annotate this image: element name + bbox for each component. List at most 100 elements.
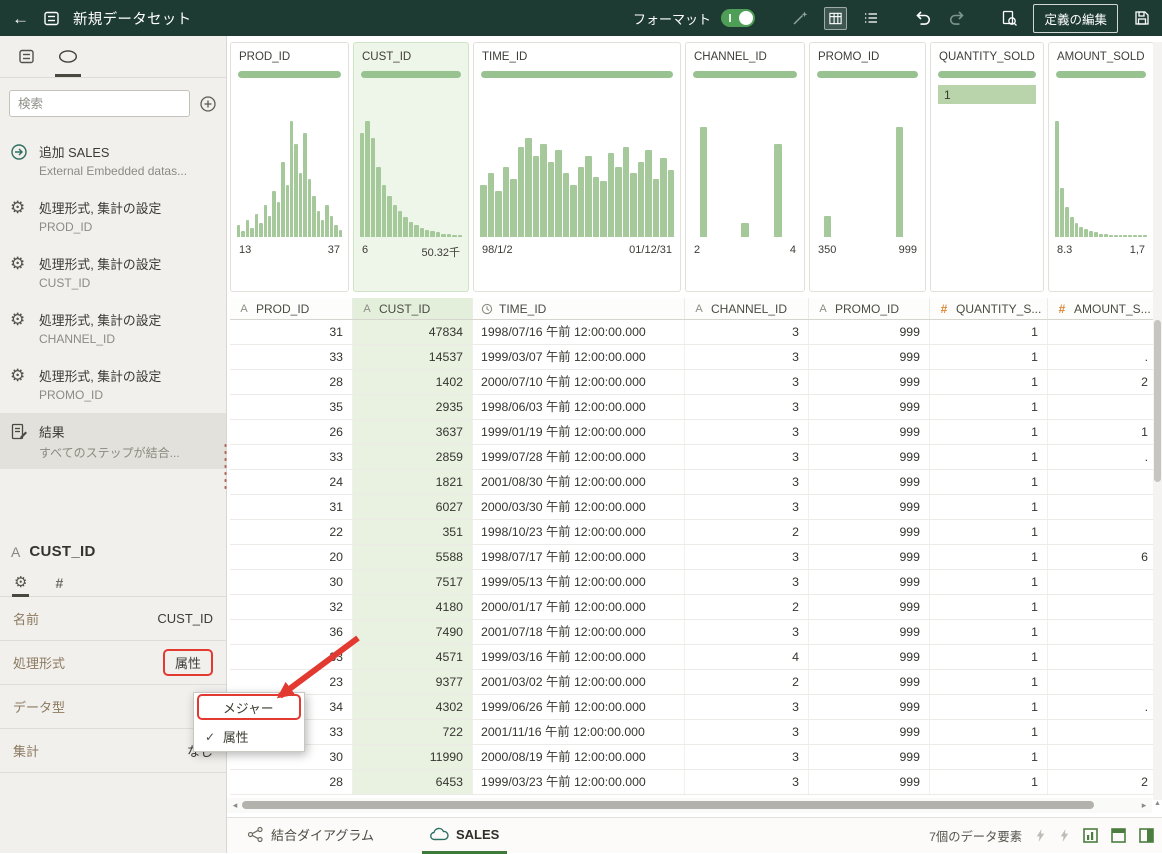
table-cell[interactable] — [1048, 670, 1158, 694]
right-panel-toggle-icon[interactable] — [1139, 828, 1154, 843]
table-cell[interactable]: 1 — [930, 570, 1048, 594]
step-item-1[interactable]: 追加 SALES External Embedded datas... — [0, 133, 226, 189]
add-step-button[interactable] — [199, 95, 217, 113]
vertical-scroll-thumb[interactable] — [1154, 320, 1161, 482]
table-cell[interactable]: 4 — [685, 645, 809, 669]
table-cell[interactable]: 7490 — [353, 620, 473, 644]
table-cell[interactable]: 2 — [1048, 770, 1158, 794]
table-cell[interactable]: 999 — [809, 770, 930, 794]
table-cell[interactable]: 1 — [1048, 420, 1158, 444]
table-cell[interactable]: 1999/03/16 午前 12:00:00.000 — [473, 645, 685, 669]
table-cell[interactable]: 33 — [230, 645, 353, 669]
table-cell[interactable]: 1998/06/03 午前 12:00:00.000 — [473, 395, 685, 419]
table-cell[interactable]: . — [1048, 345, 1158, 369]
data-tab-icon[interactable] — [12, 36, 40, 77]
table-cell[interactable]: 3 — [685, 395, 809, 419]
table-cell[interactable]: 28 — [230, 770, 353, 794]
table-cell[interactable]: 14537 — [353, 345, 473, 369]
table-cell[interactable]: . — [1048, 695, 1158, 719]
menu-item-attribute[interactable]: ✓ 属性 — [194, 722, 304, 751]
list-view-button[interactable] — [861, 7, 881, 29]
table-cell[interactable]: 3 — [685, 545, 809, 569]
table-cell[interactable]: 1 — [930, 645, 1048, 669]
table-cell[interactable] — [1048, 470, 1158, 494]
table-cell[interactable]: 6453 — [353, 770, 473, 794]
table-cell[interactable]: 1402 — [353, 370, 473, 394]
table-cell[interactable]: 35 — [230, 395, 353, 419]
table-cell[interactable]: 1821 — [353, 470, 473, 494]
step-item-6[interactable]: 結果 すべてのステップが結合... — [0, 413, 226, 469]
scroll-up-button[interactable]: ▲ — [1153, 800, 1162, 807]
table-cell[interactable]: 36 — [230, 620, 353, 644]
column-header-promo_id[interactable]: A PROMO_ID — [809, 298, 930, 319]
table-cell[interactable]: 2 — [685, 520, 809, 544]
table-cell[interactable]: 999 — [809, 620, 930, 644]
table-cell[interactable]: 26 — [230, 420, 353, 444]
table-cell[interactable]: 2001/07/18 午前 12:00:00.000 — [473, 620, 685, 644]
save-icon[interactable] — [1132, 7, 1152, 29]
table-cell[interactable]: 999 — [809, 545, 930, 569]
table-cell[interactable]: 31 — [230, 320, 353, 344]
table-cell[interactable]: 3 — [685, 320, 809, 344]
column-header-time_id[interactable]: TIME_ID — [473, 298, 685, 319]
table-cell[interactable]: 3 — [685, 370, 809, 394]
format-toggle[interactable] — [721, 9, 756, 27]
step-item-2[interactable]: ⚙ 処理形式, 集計の設定 PROD_ID — [0, 189, 226, 245]
table-cell[interactable]: 9377 — [353, 670, 473, 694]
column-card-prod_id[interactable]: PROD_ID 13 37 — [230, 42, 349, 292]
table-cell[interactable] — [1048, 745, 1158, 769]
table-cell[interactable]: 722 — [353, 720, 473, 744]
treat-as-dropdown[interactable]: 属性 — [162, 649, 213, 676]
table-cell[interactable]: 1998/07/17 午前 12:00:00.000 — [473, 545, 685, 569]
table-cell[interactable]: 1 — [930, 395, 1048, 419]
flash-icon-2[interactable] — [1059, 828, 1070, 843]
table-cell[interactable]: 5588 — [353, 545, 473, 569]
search-input[interactable] — [9, 90, 190, 117]
table-cell[interactable]: 20 — [230, 545, 353, 569]
tab-sales[interactable]: SALES — [421, 818, 508, 854]
table-cell[interactable]: 3 — [685, 420, 809, 444]
table-cell[interactable] — [1048, 495, 1158, 519]
scroll-left-arrow[interactable]: ◂ — [229, 800, 241, 811]
table-cell[interactable]: 1998/10/23 午前 12:00:00.000 — [473, 520, 685, 544]
table-cell[interactable]: 30 — [230, 570, 353, 594]
back-button[interactable]: ← — [12, 10, 29, 27]
table-cell[interactable]: 3 — [685, 620, 809, 644]
grid-view-button[interactable] — [824, 6, 848, 30]
column-card-time_id[interactable]: TIME_ID 98/1/2 01/12/31 — [473, 42, 681, 292]
column-card-quantity_sold[interactable]: QUANTITY_SOLD 1 — [930, 42, 1044, 292]
table-cell[interactable]: 1999/05/13 午前 12:00:00.000 — [473, 570, 685, 594]
table-cell[interactable]: 1999/06/26 午前 12:00:00.000 — [473, 695, 685, 719]
horizontal-scroll-thumb[interactable] — [242, 801, 1094, 809]
table-cell[interactable]: 999 — [809, 670, 930, 694]
table-cell[interactable]: 999 — [809, 745, 930, 769]
table-cell[interactable]: 33 — [230, 445, 353, 469]
step-item-5[interactable]: ⚙ 処理形式, 集計の設定 PROMO_ID — [0, 357, 226, 413]
redo-button[interactable] — [947, 7, 967, 29]
table-cell[interactable] — [1048, 620, 1158, 644]
undo-button[interactable] — [913, 7, 933, 29]
step-item-4[interactable]: ⚙ 処理形式, 集計の設定 CHANNEL_ID — [0, 301, 226, 357]
table-cell[interactable]: 1 — [930, 320, 1048, 344]
table-cell[interactable]: 2 — [1048, 370, 1158, 394]
table-cell[interactable]: 999 — [809, 395, 930, 419]
table-cell[interactable]: 3 — [685, 745, 809, 769]
table-cell[interactable]: 999 — [809, 645, 930, 669]
column-card-channel_id[interactable]: CHANNEL_ID 2 4 — [685, 42, 805, 292]
table-cell[interactable]: 1999/07/28 午前 12:00:00.000 — [473, 445, 685, 469]
table-cell[interactable]: 999 — [809, 595, 930, 619]
column-header-amount_sold[interactable]: # AMOUNT_S... — [1048, 298, 1158, 319]
props-tab-general[interactable]: ⚙ — [12, 569, 30, 597]
table-cell[interactable]: 3 — [685, 345, 809, 369]
table-cell[interactable]: 6027 — [353, 495, 473, 519]
table-cell[interactable] — [1048, 595, 1158, 619]
magic-wand-icon[interactable] — [790, 7, 810, 29]
table-cell[interactable]: 1 — [930, 495, 1048, 519]
table-cell[interactable]: 999 — [809, 320, 930, 344]
table-cell[interactable]: 4180 — [353, 595, 473, 619]
column-header-quantity_sold[interactable]: # QUANTITY_S... — [930, 298, 1048, 319]
table-cell[interactable]: 1999/03/23 午前 12:00:00.000 — [473, 770, 685, 794]
table-cell[interactable]: 1998/07/16 午前 12:00:00.000 — [473, 320, 685, 344]
table-cell[interactable]: 1 — [930, 620, 1048, 644]
table-cell[interactable]: 999 — [809, 495, 930, 519]
